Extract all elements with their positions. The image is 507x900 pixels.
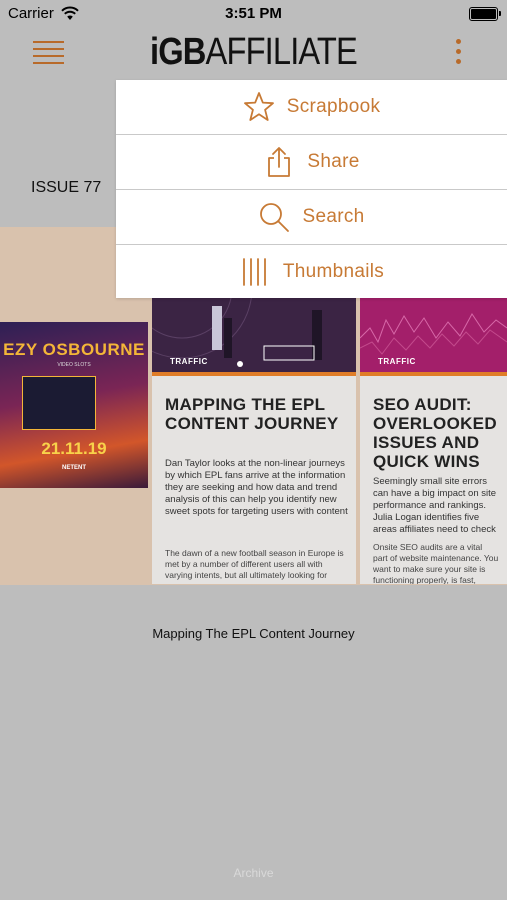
- app-logo: iGBAFFILIATE: [150, 31, 358, 73]
- logo-suffix: AFFILIATE: [205, 31, 358, 73]
- menu-item-label: Share: [307, 151, 360, 172]
- cover-title: EZY OSBOURNE: [3, 340, 145, 359]
- thumbnails-icon: [242, 258, 266, 286]
- status-bar: Carrier 3:51 PM: [0, 0, 507, 28]
- menu-item-label: Scrapbook: [286, 96, 381, 117]
- cover-subtitle: VIDEO SLOTS: [57, 362, 91, 368]
- cover-brand: NETENT: [62, 465, 86, 471]
- battery-icon: [469, 7, 501, 21]
- share-icon: [268, 147, 291, 177]
- article-headline: MAPPING THE EPL CONTENT JOURNEY: [165, 395, 339, 433]
- article-headline: SEO AUDIT: OVERLOOKED ISSUES AND QUICK W…: [373, 395, 497, 471]
- menu-item-thumbnails[interactable]: Thumbnails: [116, 245, 507, 299]
- accent-bar: [360, 372, 507, 376]
- hamburger-icon[interactable]: [33, 41, 64, 64]
- section-tag: TRAFFIC: [378, 357, 416, 366]
- issue-label: ISSUE 77: [31, 179, 102, 196]
- page-caption: Mapping The EPL Content Journey: [152, 626, 355, 641]
- menu-item-scrapbook[interactable]: Scrapbook: [116, 80, 507, 134]
- overflow-menu: Scrapbook Share Search Thumbnails: [116, 80, 507, 298]
- article-standfirst: Seemingly small site errors can have a b…: [373, 476, 497, 535]
- archive-link[interactable]: Archive: [0, 866, 507, 880]
- cover-date: 21.11.19: [41, 439, 107, 458]
- cover-thumbnail[interactable]: EZY OSBOURNE VIDEO SLOTS 21.11.19 NETENT: [0, 322, 148, 488]
- article-body: Onsite SEO audits are a vital part of we…: [373, 542, 499, 584]
- section-tag: TRAFFIC: [170, 357, 208, 366]
- clock: 3:51 PM: [225, 5, 282, 22]
- menu-item-share[interactable]: Share: [116, 135, 507, 189]
- app-header: iGBAFFILIATE: [0, 28, 507, 76]
- page-thumbnail[interactable]: TRAFFIC SEO AUDIT: OVERLOOKED ISSUES AND…: [360, 298, 507, 584]
- article-body: The dawn of a new football season in Eur…: [165, 548, 344, 580]
- menu-item-label: Search: [302, 206, 365, 227]
- menu-item-search[interactable]: Search: [116, 190, 507, 244]
- star-icon: [243, 92, 274, 121]
- search-icon: [260, 203, 290, 232]
- menu-item-label: Thumbnails: [282, 261, 385, 282]
- article-standfirst: Dan Taylor looks at the non-linear journ…: [165, 458, 348, 517]
- page-thumbnail[interactable]: TRAFFIC MAPPING THE EPL CONTENT JOURNEY …: [152, 298, 356, 584]
- slot-reels-image: [22, 376, 96, 430]
- logo-prefix: iGB: [150, 31, 206, 73]
- kebab-icon[interactable]: [452, 37, 466, 67]
- accent-bar: [152, 372, 356, 376]
